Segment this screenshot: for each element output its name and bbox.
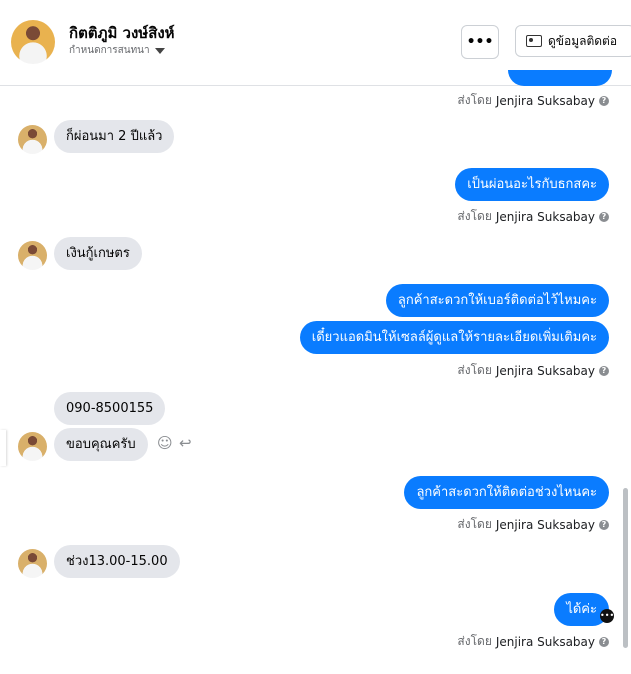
status-label: กำหนดการสนทนา bbox=[69, 45, 150, 56]
caret-down-icon bbox=[154, 47, 165, 54]
contact-avatar[interactable] bbox=[11, 20, 55, 64]
sent-by: ส่งโดย Jenjira Suksabay ? bbox=[457, 207, 609, 226]
message-outgoing[interactable]: ลูกค้าสะดวกให้เบอร์ติดต่อไว้ไหมคะ bbox=[385, 284, 609, 317]
info-icon[interactable]: ? bbox=[599, 519, 609, 530]
contact-card-icon bbox=[526, 35, 542, 47]
message-outgoing[interactable]: เป็นผ่อนอะไรกับธกสคะ bbox=[455, 168, 609, 201]
sender-avatar[interactable] bbox=[18, 549, 47, 578]
message-incoming[interactable]: เงินกู้เกษตร bbox=[54, 237, 142, 270]
side-panel-tab[interactable] bbox=[0, 430, 6, 466]
sender-avatar[interactable] bbox=[18, 125, 47, 154]
view-contact-button[interactable]: ดูข้อมูลติดต่อ bbox=[515, 25, 631, 57]
sender-avatar[interactable] bbox=[18, 432, 47, 461]
sender-avatar[interactable] bbox=[18, 241, 47, 270]
message-incoming[interactable]: ขอบคุณครับ bbox=[54, 428, 148, 461]
info-icon[interactable]: ? bbox=[599, 211, 609, 222]
info-icon[interactable]: ? bbox=[599, 636, 609, 647]
message-outgoing-partial bbox=[508, 70, 612, 86]
info-icon[interactable]: ? bbox=[599, 365, 609, 376]
message-outgoing[interactable]: ได้ค่ะ bbox=[554, 593, 609, 626]
message-incoming[interactable]: ช่วง13.00-15.00 bbox=[54, 545, 180, 578]
info-icon[interactable]: ? bbox=[599, 95, 609, 106]
message-outgoing[interactable]: เดี๋ยวแอดมินให้เซลล์ผู้ดูแลให้รายละเอียด… bbox=[299, 321, 609, 354]
sent-by: ส่งโดย Jenjira Suksabay ? bbox=[457, 91, 609, 110]
react-smile-icon[interactable]: ☺ bbox=[157, 434, 173, 452]
message-incoming[interactable]: 090-8500155 bbox=[54, 392, 166, 425]
view-contact-label: ดูข้อมูลติดต่อ bbox=[548, 33, 618, 48]
conversation-status[interactable]: กำหนดการสนทนา bbox=[69, 43, 165, 58]
thread-scrollbar[interactable] bbox=[623, 488, 628, 648]
sent-by: ส่งโดย Jenjira Suksabay ? bbox=[457, 632, 609, 651]
more-options-button[interactable]: ••• bbox=[461, 25, 499, 59]
sent-by: ส่งโดย Jenjira Suksabay ? bbox=[457, 361, 609, 380]
contact-name[interactable]: กิตติภูมิ วงษ์สิงห์ bbox=[69, 21, 175, 45]
sent-by: ส่งโดย Jenjira Suksabay ? bbox=[457, 515, 609, 534]
seen-indicator-icon: ••• bbox=[600, 609, 614, 623]
reply-icon[interactable]: ↩ bbox=[179, 434, 192, 452]
message-incoming[interactable]: ก็ผ่อนมา 2 ปีแล้ว bbox=[54, 120, 175, 153]
message-outgoing[interactable]: ลูกค้าสะดวกให้ติดต่อช่วงไหนคะ bbox=[404, 476, 609, 509]
